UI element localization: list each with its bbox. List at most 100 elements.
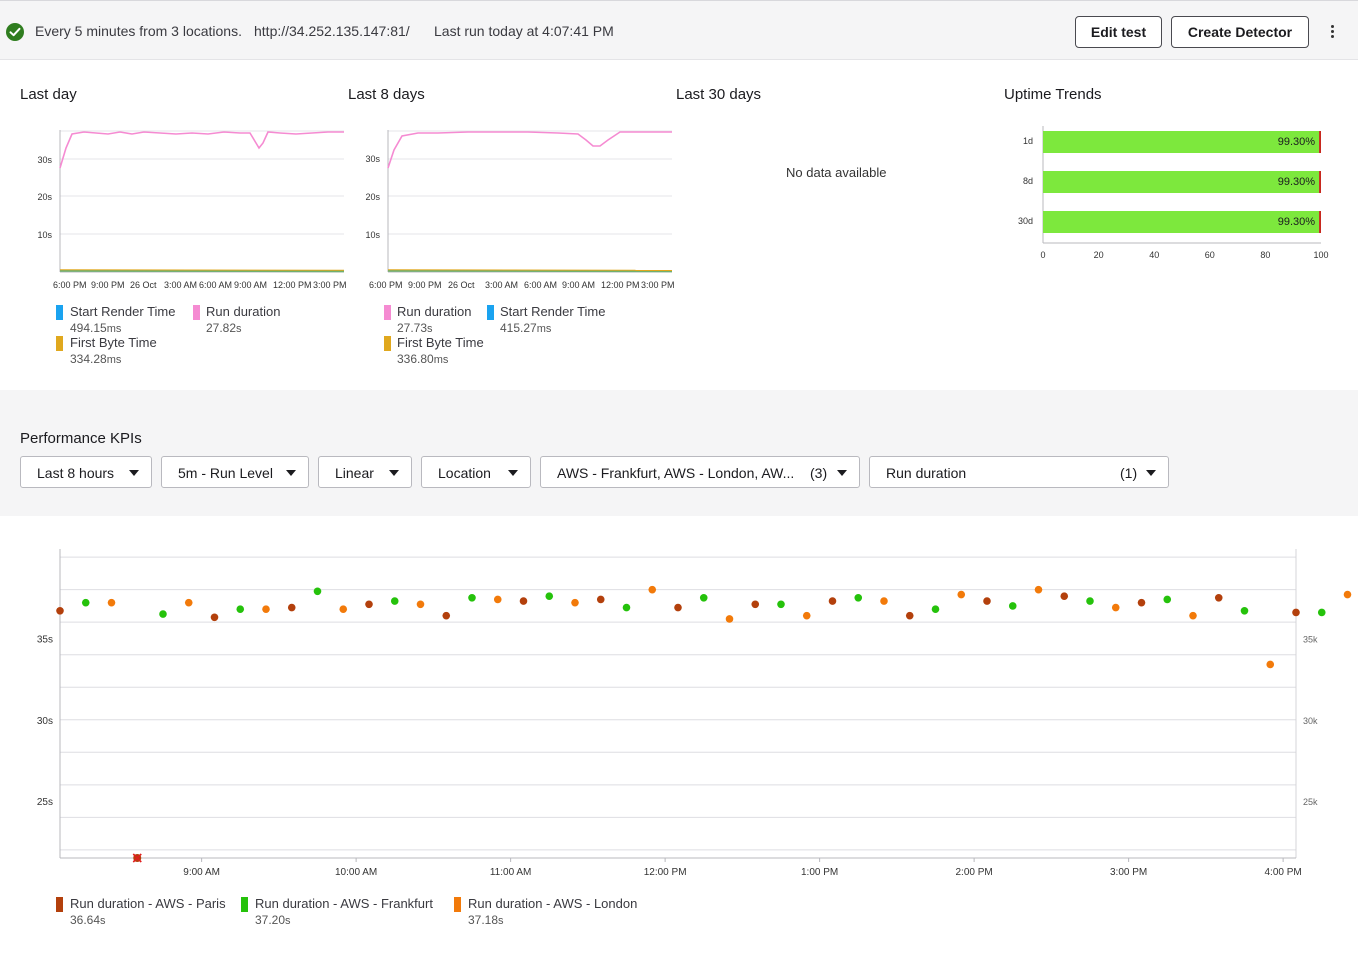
uptime-row-label: 1d [1023,136,1033,146]
data-point[interactable] [339,605,348,613]
data-point[interactable] [416,600,425,609]
test-url[interactable]: http://34.252.135.147:81/ [254,23,410,39]
x-tick-label: 2:00 PM [956,867,993,878]
kebab-menu-icon[interactable] [1324,23,1340,41]
data-point[interactable] [1034,585,1043,594]
data-point[interactable] [519,597,528,605]
data-point[interactable] [545,592,554,600]
data-point[interactable] [1163,595,1172,604]
legend-item-first-byte-time[interactable]: First Byte Time [397,335,484,350]
x-tick-label: 3:00 AM [485,280,518,290]
legend-value: 415.27 [500,321,537,335]
x-tick-label: 12:00 PM [601,280,640,290]
group-by-dropdown[interactable]: Location [421,456,531,488]
data-point[interactable] [1060,592,1069,600]
data-point[interactable] [931,605,940,613]
downtime-bar[interactable] [1319,211,1321,233]
legend-item-frankfurt[interactable]: Run duration - AWS - Frankfurt [255,896,433,911]
data-point[interactable] [751,600,760,609]
test-summary-bar: Every 5 minutes from 3 locations. http:/… [0,0,1358,60]
legend-item-run-duration[interactable]: Run duration [206,304,280,319]
chevron-down-icon [837,470,847,476]
x-tick-label: 40 [1149,250,1159,260]
data-point[interactable] [1137,598,1146,607]
data-point[interactable] [983,597,991,605]
data-point[interactable] [1240,607,1249,615]
legend-item-london[interactable]: Run duration - AWS - London [468,896,637,911]
data-point[interactable] [159,610,167,618]
resolution-dropdown[interactable]: 5m - Run Level [161,456,309,488]
time-range-value: Last 8 hours [37,465,115,481]
data-point[interactable] [802,611,811,620]
data-point[interactable] [1266,660,1275,669]
data-point[interactable] [674,603,682,612]
legend-swatch [56,897,63,912]
legend-item-start-render-time[interactable]: Start Render Time [70,304,176,319]
data-point[interactable] [1189,611,1197,620]
data-point[interactable] [390,597,399,605]
data-point[interactable] [828,597,837,605]
downtime-bar[interactable] [1319,171,1321,193]
data-point[interactable] [1343,590,1352,599]
downtime-bar[interactable] [1319,131,1321,153]
metric-dropdown[interactable]: Run duration (1) [869,456,1169,488]
locations-dropdown[interactable]: AWS - Frankfurt, AWS - London, AW... (3) [540,456,860,488]
legend-item-run-duration[interactable]: Run duration [397,304,471,319]
data-point[interactable] [442,611,451,620]
x-tick-label: 100 [1313,250,1328,260]
start-render-time-line [387,270,673,273]
data-point[interactable] [236,605,245,613]
data-point[interactable] [493,595,502,604]
x-tick-label: 6:00 AM [199,280,232,290]
legend-item-paris[interactable]: Run duration - AWS - Paris [70,896,226,911]
data-point[interactable] [1317,608,1326,617]
data-point[interactable] [957,590,966,599]
data-point[interactable] [699,593,708,602]
data-point[interactable] [571,598,579,607]
x-tick-label: 26 Oct [448,280,475,290]
data-point[interactable] [81,598,90,607]
data-point[interactable] [313,587,322,596]
data-point[interactable] [648,585,657,594]
data-point[interactable] [210,613,219,622]
scale-dropdown[interactable]: Linear [318,456,412,488]
failure-marker-icon[interactable] [132,853,142,863]
data-point[interactable] [56,607,64,615]
legend-item-first-byte-time[interactable]: First Byte Time [70,335,157,350]
data-point[interactable] [880,597,888,605]
data-point[interactable] [725,615,734,623]
data-point[interactable] [1214,593,1223,602]
y-tick-label: 30s [37,716,53,727]
data-point[interactable] [622,603,631,612]
legend-unit: s [100,915,106,927]
x-tick-label: 9:00 AM [183,867,220,878]
legend-swatch [56,336,63,351]
data-point[interactable] [854,593,863,602]
data-point[interactable] [1111,603,1120,612]
create-detector-button[interactable]: Create Detector [1171,16,1309,48]
data-point[interactable] [1292,608,1300,617]
x-tick-label: 26 Oct [130,280,157,290]
legend-value: 37.20 [255,913,286,927]
time-range-dropdown[interactable]: Last 8 hours [20,456,152,488]
y-right-tick-label: 25k [1303,797,1318,807]
data-point[interactable] [905,611,914,620]
data-point[interactable] [262,605,270,613]
legend-swatch [454,897,461,912]
edit-test-button[interactable]: Edit test [1075,16,1162,48]
data-point[interactable] [184,598,193,607]
legend-swatch [193,305,200,320]
data-point[interactable] [596,595,605,604]
data-point[interactable] [777,600,785,609]
legend-unit: ms [536,323,552,335]
data-point[interactable] [1086,597,1094,605]
legend-item-start-render-time[interactable]: Start Render Time [500,304,606,319]
y-tick-label: 30s [365,154,380,164]
check-circle-icon [6,23,24,41]
data-point[interactable] [287,603,296,612]
data-point[interactable] [365,600,373,609]
data-point[interactable] [1008,602,1017,610]
data-point[interactable] [107,598,116,607]
data-point[interactable] [468,593,476,602]
test-frequency: Every 5 minutes from 3 locations. [35,23,242,39]
